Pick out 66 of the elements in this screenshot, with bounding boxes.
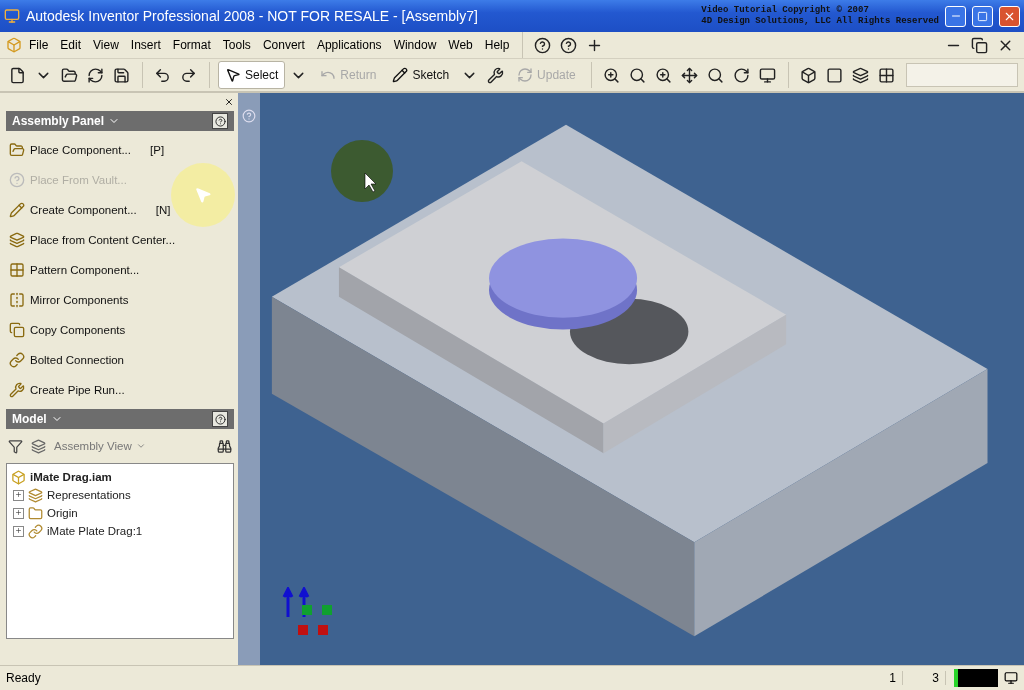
caret-icon: [135, 441, 146, 451]
menu-item[interactable]: Window: [388, 36, 442, 54]
panel-header[interactable]: Assembly Panel: [6, 111, 234, 131]
expand-icon[interactable]: [13, 507, 24, 519]
menu-item[interactable]: Format: [167, 36, 216, 54]
expand-icon[interactable]: [13, 489, 24, 501]
close-icon[interactable]: [224, 97, 234, 107]
panel-item[interactable]: Place from Content Center...: [6, 225, 234, 255]
status-cell: 3: [903, 671, 946, 685]
minimize-button[interactable]: [945, 5, 966, 27]
maximize-button[interactable]: [972, 5, 993, 27]
shortcut-text: [P]: [150, 144, 165, 156]
panel-item[interactable]: Place Component... [P]: [6, 135, 234, 165]
panel-title[interactable]: Model: [12, 412, 47, 426]
tree-item[interactable]: Origin: [11, 504, 229, 522]
close-button[interactable]: [999, 5, 1020, 27]
shortcut-text: [N]: [155, 204, 171, 216]
panel-title[interactable]: Assembly Panel: [12, 114, 105, 128]
panel-item[interactable]: Create Component... [N]: [6, 195, 234, 225]
sketch-icon: [392, 67, 409, 83]
menu-item[interactable]: File: [24, 36, 54, 54]
update-icon: [517, 67, 534, 83]
folder-icon: [28, 505, 43, 521]
panel-item[interactable]: Mirror Components: [6, 285, 234, 315]
view-dropdown[interactable]: Assembly View: [54, 440, 146, 452]
expand-icon[interactable]: [13, 525, 24, 537]
select-button[interactable]: Select: [218, 61, 286, 89]
graphics-viewport[interactable]: [260, 93, 1024, 665]
panel-scrollbar[interactable]: [238, 93, 260, 665]
representations-icon: [28, 487, 43, 503]
panel-header[interactable]: Model: [6, 409, 234, 429]
copyright-text: 4D Design Solutions, LLC All Rights Reserved: [701, 16, 939, 27]
menu-item[interactable]: Applications: [311, 36, 387, 54]
activity-meter: [954, 669, 998, 687]
document-icon: [6, 37, 22, 53]
maximize-icon: [977, 10, 988, 22]
find-icon[interactable]: [217, 438, 232, 454]
menu-item[interactable]: Convert: [257, 36, 310, 54]
window-title: Autodesk Inventor Professional 2008 - NOT FOR RESALE - [Assembly7]: [26, 8, 478, 24]
panel-item[interactable]: Bolted Connection: [6, 345, 234, 375]
help-icon[interactable]: [212, 411, 228, 427]
select-icon: [225, 67, 241, 83]
sketch-button[interactable]: Sketch: [385, 61, 457, 89]
tree-item[interactable]: iMate Plate Drag:1: [11, 522, 229, 540]
menu-item[interactable]: Edit: [55, 36, 87, 54]
panel-item[interactable]: Copy Components: [6, 315, 234, 345]
panel-item[interactable]: Pattern Component...: [6, 255, 234, 285]
menu-item[interactable]: View: [88, 36, 124, 54]
toolbar-field[interactable]: [906, 63, 1018, 87]
app-icon: [4, 8, 20, 24]
tree-item[interactable]: iMate Drag.iam: [11, 468, 229, 486]
pattern-icon: [9, 262, 25, 278]
status-cell: 1: [860, 671, 903, 685]
help-icon[interactable]: [212, 113, 228, 129]
tree-item[interactable]: Representations: [11, 486, 229, 504]
assembly-icon: [11, 469, 26, 485]
menu-item[interactable]: Web: [443, 36, 478, 54]
menu-item[interactable]: Help: [479, 36, 515, 54]
status-text: Ready: [6, 671, 41, 685]
filter-icon[interactable]: [8, 438, 23, 454]
copyright-text: Video Tutorial Copyright © 2007: [701, 5, 869, 16]
menu-item[interactable]: Insert: [125, 36, 166, 54]
cursor-highlight-icon: [330, 139, 394, 203]
panel-item[interactable]: Create Pipe Run...: [6, 375, 234, 405]
menu-item[interactable]: Tools: [217, 36, 256, 54]
copy-icon: [9, 322, 25, 338]
